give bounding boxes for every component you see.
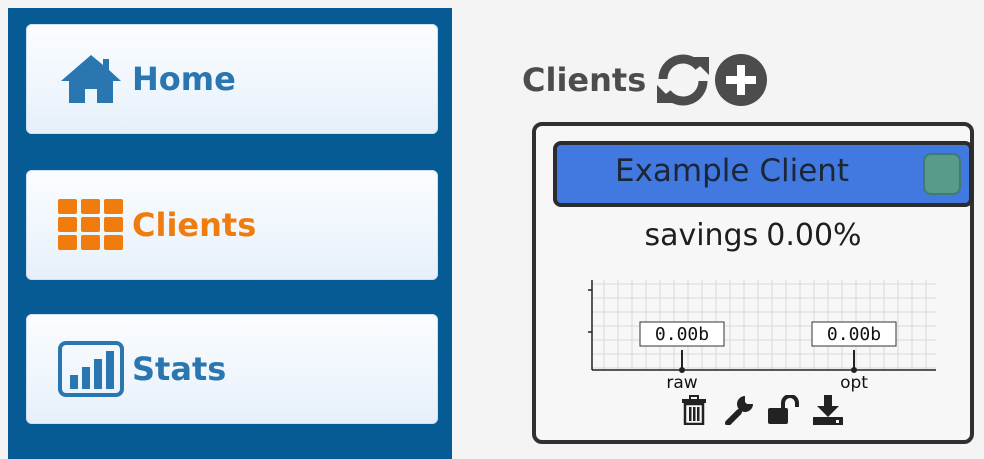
x-tick-label: raw [666,373,697,393]
add-client-button[interactable] [712,51,770,109]
unlock-button[interactable] [765,392,801,428]
page-title: Clients [522,61,647,99]
sidebar-item-stats[interactable]: Stats [26,314,438,424]
settings-button[interactable] [721,392,757,428]
sidebar-item-home[interactable]: Home [26,24,438,134]
client-toggle[interactable] [923,153,961,195]
client-actions [676,392,846,428]
trash-icon [682,395,706,425]
savings-value: 0.00% [766,218,862,253]
add-icon [715,54,768,106]
wrench-icon [724,396,753,425]
sidebar-item-label: Clients [132,206,257,244]
delete-button[interactable] [676,392,712,428]
sidebar: Home Clients Stats [8,8,452,459]
sidebar-item-label: Home [132,60,236,98]
download-button[interactable] [810,392,846,428]
data-label: 0.00b [827,324,881,345]
grid-icon [58,197,124,253]
savings-text: savings 0.00% [536,218,970,253]
download-icon [812,395,843,425]
savings-label: savings [644,218,759,253]
client-name-bar[interactable]: Example Client [553,141,973,207]
home-icon [58,51,124,107]
mini-chart: 0.00b raw 0.00b opt [588,280,936,393]
bar-chart-icon [58,341,124,397]
data-label: 0.00b [655,324,709,345]
refresh-icon [657,54,710,106]
clients-header: Clients [522,52,770,108]
unlock-icon [768,395,800,424]
sidebar-item-label: Stats [132,350,227,388]
sidebar-item-clients[interactable]: Clients [26,170,438,280]
client-name: Example Client [615,153,850,189]
client-card: Example Client savings 0.00% 0.00b raw 0.00… [532,122,974,444]
refresh-button[interactable] [654,51,712,109]
x-tick-label: opt [840,373,868,393]
